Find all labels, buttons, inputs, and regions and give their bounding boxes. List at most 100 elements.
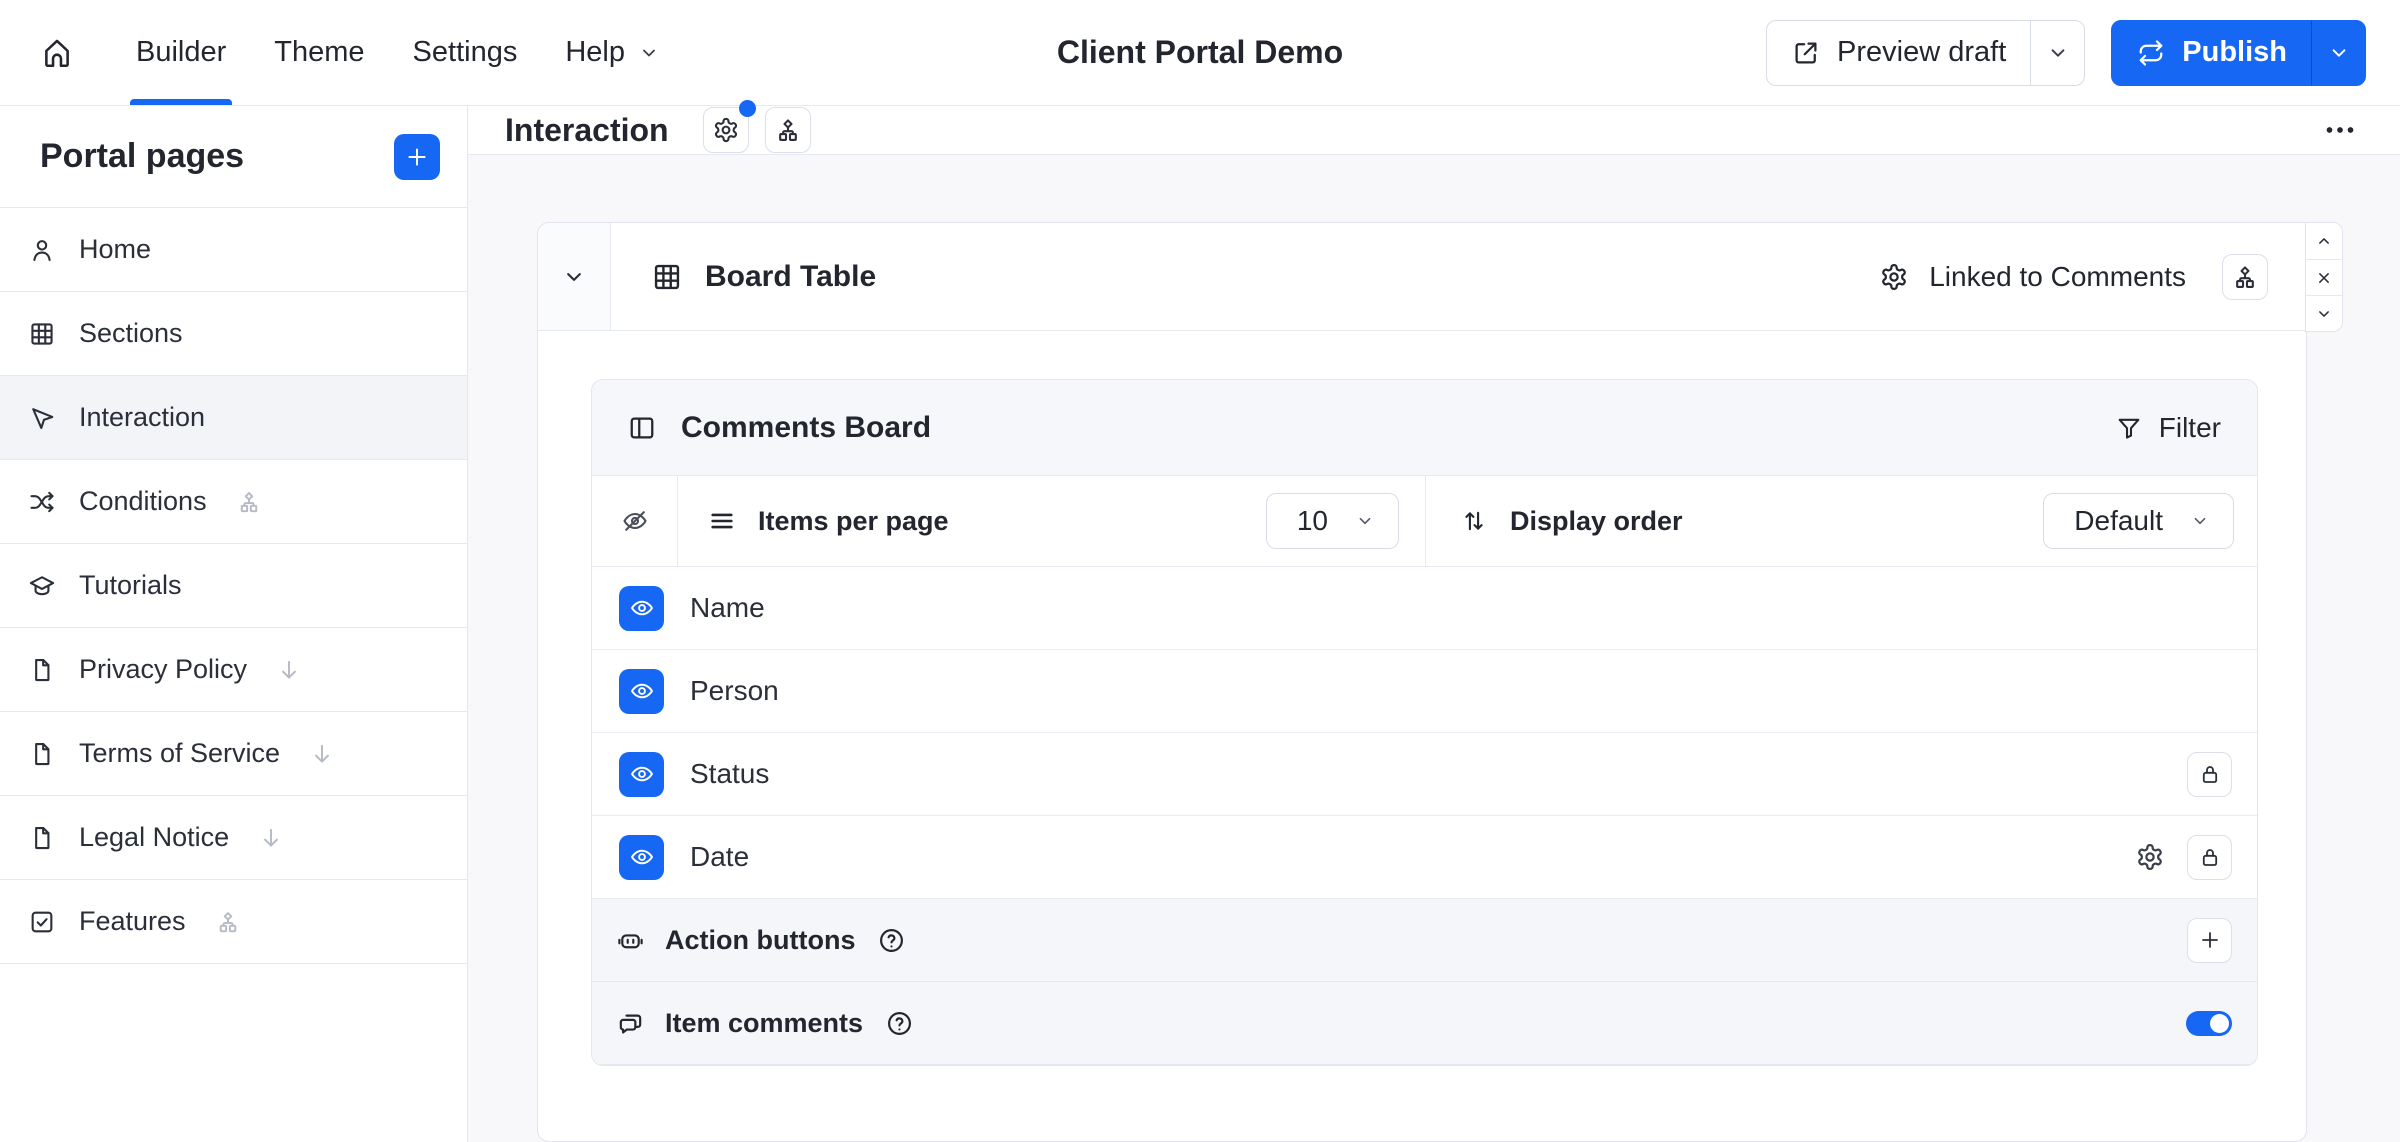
sidebar-item-label: Tutorials	[79, 570, 182, 600]
move-up-button[interactable]	[2306, 223, 2342, 259]
sidebar-item-home[interactable]: Home	[0, 208, 467, 292]
sidebar-item-features[interactable]: Features	[0, 880, 467, 964]
sidebar-header: Portal pages	[0, 106, 467, 208]
sidebar-item-label: Interaction	[79, 402, 206, 432]
linked-source[interactable]: Linked to Comments	[1879, 261, 2186, 293]
graduation-cap-icon	[28, 572, 56, 600]
panel-title: Comments Board	[681, 410, 932, 444]
filter-label: Filter	[2158, 411, 2221, 443]
sidebar-item-legal-notice[interactable]: Legal Notice	[0, 796, 467, 880]
sidebar-item-terms-of-service[interactable]: Terms of Service	[0, 712, 467, 796]
home-icon[interactable]	[40, 36, 74, 70]
arrow-down-icon	[258, 825, 284, 851]
ellipsis-icon[interactable]	[2322, 112, 2358, 148]
linked-source-label: Linked to Comments	[1929, 260, 2186, 292]
file-icon	[28, 824, 56, 852]
sidebar-item-tutorials[interactable]: Tutorials	[0, 544, 467, 628]
field-row-person: Person	[592, 650, 2257, 733]
panel-title-wrap: Comments Board	[627, 411, 931, 445]
block-collapse-button[interactable]	[538, 223, 611, 330]
items-per-page-cell: Items per page 10	[678, 476, 1426, 566]
block-title: Board Table	[705, 259, 877, 293]
field-visibility-toggle[interactable]	[619, 668, 664, 714]
filter-button[interactable]: Filter	[2115, 412, 2221, 444]
item-comments-label: Item comments	[665, 1007, 864, 1038]
field-visibility-toggle[interactable]	[619, 834, 664, 880]
sidebar-item-privacy-policy[interactable]: Privacy Policy	[0, 628, 467, 712]
nav-item-help[interactable]: Help	[541, 0, 685, 105]
nav-item-settings[interactable]: Settings	[389, 0, 542, 105]
cursor-icon	[28, 404, 56, 432]
user-icon	[28, 236, 56, 264]
board-table-header: Board Table Linked to Comments	[538, 223, 2306, 331]
checkbox-icon	[28, 908, 56, 936]
close-icon	[2314, 268, 2334, 288]
list-settings-row: Items per page 10 Display order Default	[592, 476, 2257, 567]
chevron-down-icon	[2314, 304, 2334, 324]
field-row-actions	[2135, 834, 2232, 880]
items-per-page-label: Items per page	[758, 505, 949, 536]
item-comments-row: Item comments	[592, 982, 2257, 1065]
gear-icon	[712, 116, 740, 144]
publish-button[interactable]: Publish	[2112, 21, 2311, 85]
external-link-icon	[1791, 38, 1821, 68]
field-row-name: Name	[592, 567, 2257, 650]
preview-draft-button[interactable]: Preview draft	[1767, 21, 2030, 85]
field-row-date: Date	[592, 816, 2257, 899]
action-buttons-row: Action buttons	[592, 899, 2257, 982]
publish-label: Publish	[2182, 36, 2287, 68]
nav-item-builder[interactable]: Builder	[112, 0, 250, 105]
block-visibility-button[interactable]	[2222, 253, 2268, 300]
toggle-knob	[2210, 1013, 2229, 1033]
item-comments-toggle[interactable]	[2186, 1010, 2232, 1036]
add-page-button[interactable]	[394, 133, 440, 180]
sidebar-item-conditions[interactable]: Conditions	[0, 460, 467, 544]
help-icon[interactable]	[877, 926, 906, 955]
gear-icon[interactable]	[2135, 842, 2165, 872]
field-label: Person	[690, 675, 779, 706]
field-row-status: Status	[592, 733, 2257, 816]
delete-block-button[interactable]	[2306, 259, 2342, 295]
chevron-down-icon	[637, 41, 661, 65]
plus-icon	[404, 144, 430, 170]
sidebar-item-label: Home	[79, 234, 152, 264]
sidebar-item-sections[interactable]: Sections	[0, 292, 467, 376]
sidebar-item-label: Sections	[79, 318, 183, 348]
preview-draft-split-button: Preview draft	[1766, 19, 2086, 86]
field-visibility-toggle[interactable]	[619, 585, 664, 631]
field-row-actions	[2187, 751, 2232, 797]
help-icon[interactable]	[885, 1009, 914, 1038]
sidebar: Portal pages Home Sections Interaction C…	[0, 106, 468, 1142]
lock-icon	[2198, 762, 2222, 786]
sort-icon	[1460, 507, 1488, 535]
block-header-actions: Linked to Comments	[1879, 223, 2306, 330]
sitemap-icon	[774, 116, 802, 144]
page-visibility-button[interactable]	[764, 107, 811, 153]
field-visibility-toggle[interactable]	[619, 751, 664, 797]
eye-icon	[629, 595, 655, 621]
page-settings-button[interactable]	[702, 100, 756, 153]
display-order-select[interactable]: Default	[2043, 493, 2234, 549]
nav-label: Settings	[412, 36, 518, 68]
preview-draft-dropdown[interactable]	[2030, 20, 2084, 85]
nav-label: Builder	[136, 36, 227, 68]
items-per-page-value: 10	[1296, 505, 1328, 536]
sidebar-item-interaction[interactable]: Interaction	[0, 376, 467, 460]
page-header: Interaction	[468, 100, 2400, 155]
board-table-block: Board Table Linked to Comments Comments …	[537, 222, 2343, 1142]
menu-icon[interactable]	[708, 507, 736, 535]
lock-field-button[interactable]	[2187, 751, 2232, 797]
sitemap-icon	[236, 489, 262, 515]
add-action-button[interactable]	[2187, 917, 2232, 963]
display-order-cell: Display order Default	[1426, 476, 2257, 566]
sidebar-item-label: Conditions	[79, 486, 207, 516]
publish-split-button: Publish	[2111, 19, 2366, 86]
move-down-button[interactable]	[2306, 295, 2342, 331]
nav-item-theme[interactable]: Theme	[250, 0, 388, 105]
publish-dropdown[interactable]	[2311, 20, 2365, 85]
preview-draft-label: Preview draft	[1837, 36, 2007, 68]
lock-field-button[interactable]	[2187, 834, 2232, 880]
items-per-page-select[interactable]: 10	[1265, 493, 1399, 549]
eye-icon	[629, 678, 655, 704]
grid-icon	[28, 320, 56, 348]
